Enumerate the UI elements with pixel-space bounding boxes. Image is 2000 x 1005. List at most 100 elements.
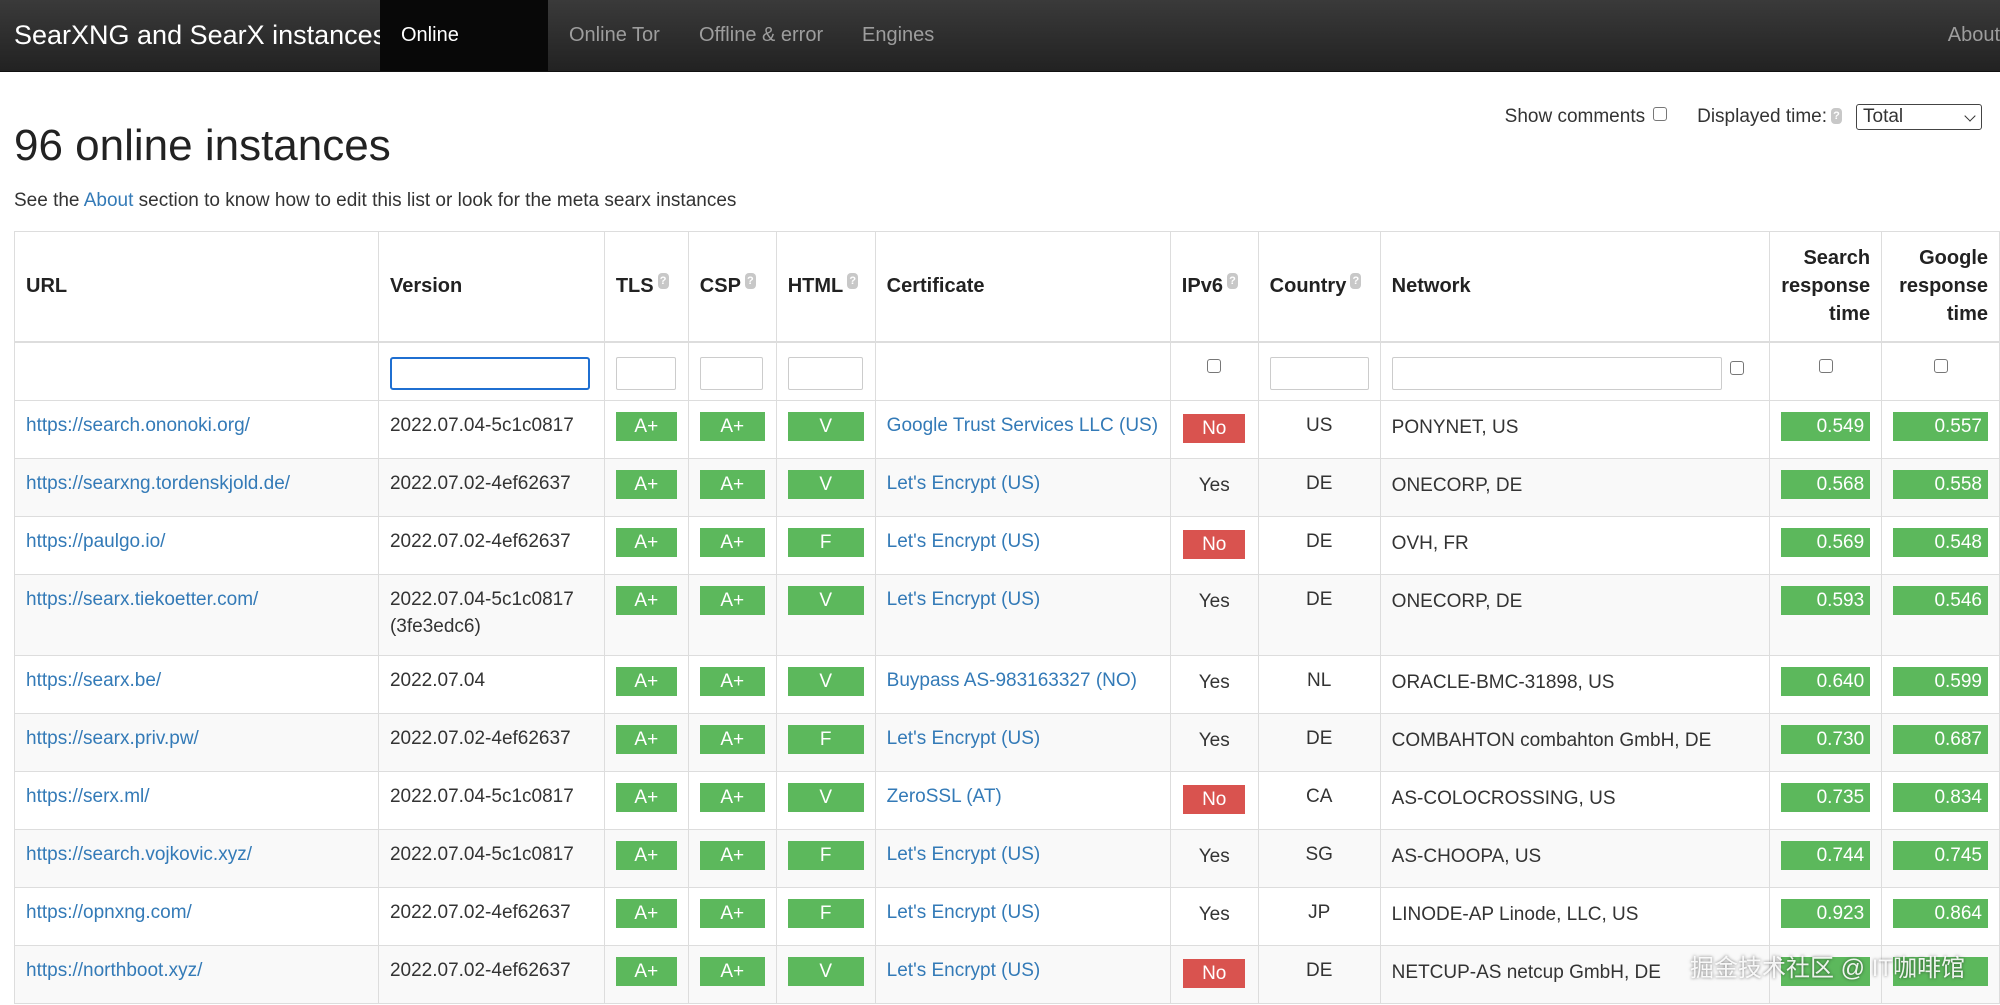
search-time-badge[interactable]: 0.568 [1781,470,1871,499]
csp-grade-badge[interactable]: A+ [699,667,765,696]
google-time-filter-checkbox[interactable] [1933,358,1948,373]
col-version-header[interactable]: Version [377,231,605,343]
certificate-link[interactable]: Buypass AS-983163327 (NO) [887,670,1137,691]
tls-grade-badge[interactable]: A+ [615,725,677,754]
certificate-link[interactable]: Let's Encrypt (US) [887,902,1041,923]
html-filter-input[interactable] [787,356,863,390]
col-search-time-header[interactable]: Search response time [1769,231,1883,343]
col-html-header[interactable]: HTML? [775,231,876,343]
certificate-link[interactable]: ZeroSSL (AT) [887,786,1002,807]
brand-title[interactable]: SearXNG and SearX instances [14,0,386,71]
certificate-link[interactable]: Let's Encrypt (US) [887,473,1041,494]
csp-grade-badge[interactable]: A+ [699,725,765,754]
csp-grade-badge[interactable]: A+ [699,586,765,615]
google-time-badge[interactable]: 0.546 [1893,586,1988,615]
instance-url-link[interactable]: https://paulgo.io/ [26,531,165,552]
ipv6-filter-checkbox[interactable] [1207,358,1222,373]
certificate-link[interactable]: Let's Encrypt (US) [887,844,1041,865]
google-time-badge[interactable]: 0.687 [1893,725,1988,754]
search-time-badge[interactable]: 0.735 [1781,783,1871,812]
instance-url-link[interactable]: https://search.ononoki.org/ [26,415,250,436]
html-grade-badge[interactable]: V [787,586,864,615]
instance-url-link[interactable]: https://northboot.xyz/ [26,960,202,981]
instance-url-link[interactable]: https://searxng.tordenskjold.de/ [26,473,290,494]
google-time-badge[interactable]: 0.548 [1893,528,1988,557]
csp-filter-input[interactable] [699,356,763,390]
search-time-badge[interactable]: 0.923 [1781,899,1871,928]
show-comments-checkbox[interactable] [1653,107,1668,121]
google-time-badge[interactable]: 0.557 [1893,412,1988,441]
google-time-badge[interactable]: 0.558 [1893,470,1988,499]
search-time-filter-checkbox[interactable] [1818,358,1833,373]
csp-grade-badge[interactable]: A+ [699,899,765,928]
col-network-header[interactable]: Network [1379,231,1771,343]
instance-url-link[interactable]: https://searx.be/ [26,670,161,691]
tls-grade-badge[interactable]: A+ [615,528,677,557]
google-time-badge[interactable]: 0.864 [1893,899,1988,928]
search-time-badge[interactable]: 0.569 [1781,528,1871,557]
col-certificate-header[interactable]: Certificate [874,231,1171,343]
col-csp-header[interactable]: CSP? [687,231,777,343]
instance-url-link[interactable]: https://searx.priv.pw/ [26,728,199,749]
tls-grade-badge[interactable]: A+ [615,841,677,870]
instance-url-link[interactable]: https://searx.tiekoetter.com/ [26,589,258,610]
tls-grade-badge[interactable]: A+ [615,412,677,441]
help-icon[interactable]: ? [657,272,669,289]
google-time-badge[interactable]: 0.834 [1893,783,1988,812]
tls-grade-badge[interactable]: A+ [615,783,677,812]
help-icon[interactable]: ? [1350,272,1362,289]
csp-grade-badge[interactable]: A+ [699,957,765,986]
help-icon[interactable]: ? [847,272,859,289]
html-grade-badge[interactable]: F [787,841,864,870]
col-ipv6-header[interactable]: IPv6? [1169,231,1259,343]
instance-url-link[interactable]: https://search.vojkovic.xyz/ [26,844,252,865]
html-grade-badge[interactable]: V [787,667,864,696]
html-grade-badge[interactable]: F [787,528,864,557]
csp-grade-badge[interactable]: A+ [699,841,765,870]
tls-grade-badge[interactable]: A+ [615,586,677,615]
google-time-badge[interactable]: 0.745 [1893,841,1988,870]
tls-grade-badge[interactable]: A+ [615,667,677,696]
instance-url-link[interactable]: https://opnxng.com/ [26,902,192,923]
tab-engines[interactable]: Engines [841,0,955,71]
tls-grade-badge[interactable]: A+ [615,470,677,499]
csp-grade-badge[interactable]: A+ [699,412,765,441]
help-icon[interactable]: ? [1831,108,1842,124]
subtitle-about-link[interactable]: About [84,190,134,211]
help-icon[interactable]: ? [744,272,756,289]
tls-filter-input[interactable] [615,356,676,390]
certificate-link[interactable]: Let's Encrypt (US) [887,728,1041,749]
certificate-link[interactable]: Google Trust Services LLC (US) [887,415,1158,436]
col-url-header[interactable]: URL [14,231,379,343]
csp-grade-badge[interactable]: A+ [699,783,765,812]
version-filter-input[interactable] [389,356,590,390]
html-grade-badge[interactable]: V [787,783,864,812]
col-tls-header[interactable]: TLS? [603,231,689,343]
html-grade-badge[interactable]: V [787,412,864,441]
col-google-time-header[interactable]: Google response time [1881,231,2000,343]
html-grade-badge[interactable]: V [787,957,864,986]
country-filter-input[interactable] [1269,356,1369,390]
search-time-badge[interactable]: 0.730 [1781,725,1871,754]
network-filter-input[interactable] [1391,356,1722,390]
tls-grade-badge[interactable]: A+ [615,957,677,986]
certificate-link[interactable]: Let's Encrypt (US) [887,531,1041,552]
tab-online-tor[interactable]: Online Tor [548,0,681,71]
network-filter-checkbox[interactable] [1729,361,1744,375]
csp-grade-badge[interactable]: A+ [699,528,765,557]
tab-online-https[interactable]: Online HTTPS [380,0,548,117]
search-time-badge[interactable]: 0.744 [1781,841,1871,870]
certificate-link[interactable]: Let's Encrypt (US) [887,960,1041,981]
tls-grade-badge[interactable]: A+ [615,899,677,928]
search-time-badge[interactable]: 0.593 [1781,586,1871,615]
col-country-header[interactable]: Country? [1257,231,1381,343]
html-grade-badge[interactable]: F [787,725,864,754]
help-icon[interactable]: ? [1226,272,1238,289]
displayed-time-select[interactable]: Total [1856,104,1982,130]
nav-about-link[interactable]: About [1948,0,2000,71]
tab-offline-error[interactable]: Offline & error [678,0,844,71]
search-time-badge[interactable]: 0.549 [1781,412,1871,441]
html-grade-badge[interactable]: F [787,899,864,928]
instance-url-link[interactable]: https://serx.ml/ [26,786,150,807]
html-grade-badge[interactable]: V [787,470,864,499]
